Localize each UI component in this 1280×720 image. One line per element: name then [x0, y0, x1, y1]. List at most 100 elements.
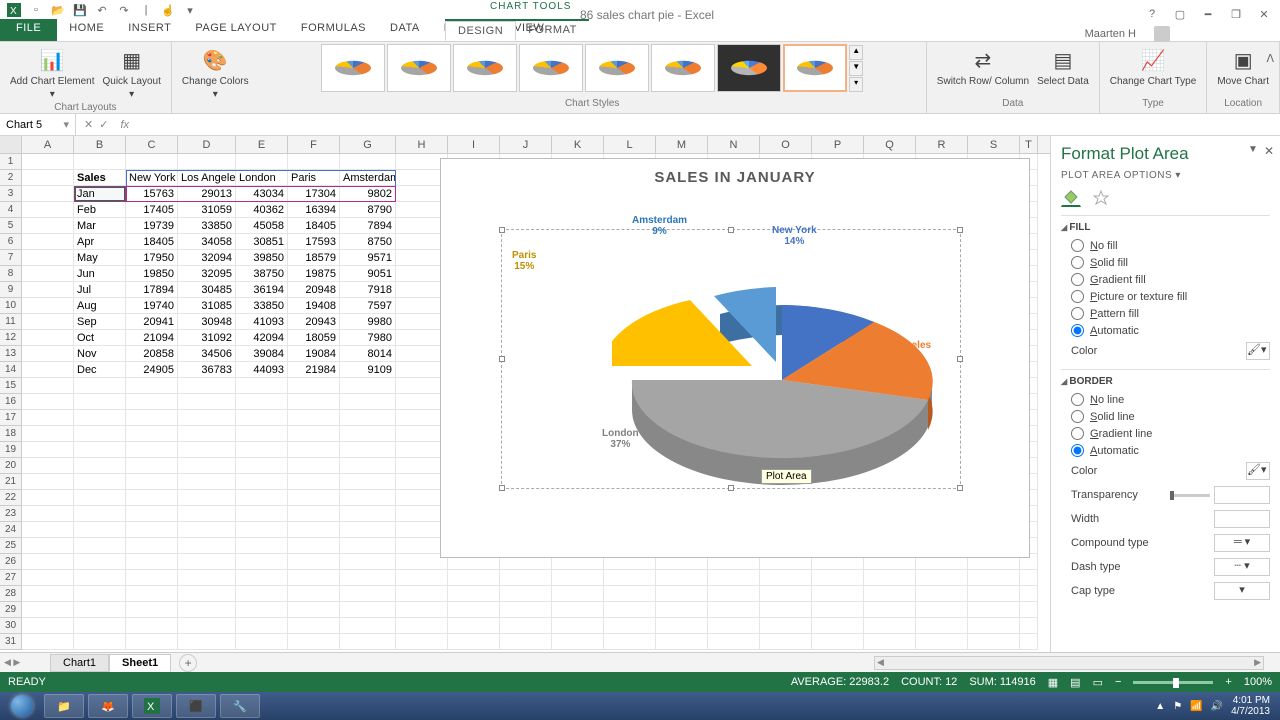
- chart-style-5[interactable]: [585, 44, 649, 92]
- enter-formula-icon[interactable]: ✓: [99, 118, 108, 131]
- fill-radio[interactable]: [1071, 256, 1084, 269]
- chart-style-3[interactable]: [453, 44, 517, 92]
- fill-option[interactable]: No fill: [1061, 237, 1270, 254]
- task-excel[interactable]: X: [132, 694, 172, 718]
- col-header[interactable]: O: [760, 136, 812, 153]
- col-header[interactable]: D: [178, 136, 236, 153]
- chart-title[interactable]: SALES IN JANUARY: [441, 169, 1029, 186]
- border-radio[interactable]: [1071, 393, 1084, 406]
- switch-row-col-button[interactable]: ⇄Switch Row/ Column: [933, 44, 1033, 89]
- open-icon[interactable]: 📂: [50, 2, 66, 18]
- border-color-picker[interactable]: 🖌▾: [1246, 462, 1270, 480]
- zoom-slider[interactable]: [1133, 681, 1213, 684]
- compound-picker[interactable]: ═ ▾: [1214, 534, 1270, 552]
- cancel-formula-icon[interactable]: ✕: [84, 118, 93, 131]
- pane-close-icon[interactable]: ✕: [1264, 144, 1274, 158]
- chart-style-1[interactable]: [321, 44, 385, 92]
- start-button[interactable]: [4, 692, 40, 720]
- col-header[interactable]: G: [340, 136, 396, 153]
- change-chart-type-button[interactable]: 📈Change Chart Type: [1106, 44, 1201, 89]
- select-all-corner[interactable]: [0, 136, 22, 153]
- row-header[interactable]: 2: [0, 170, 22, 186]
- fill-option[interactable]: Pattern fill: [1061, 305, 1270, 322]
- pie-3d[interactable]: [612, 270, 932, 470]
- gallery-more-icon[interactable]: ▾: [849, 77, 863, 92]
- gallery-up-icon[interactable]: ▲: [849, 45, 863, 60]
- row-header[interactable]: 1: [0, 154, 22, 170]
- view-normal-icon[interactable]: ▦: [1048, 676, 1058, 689]
- tab-data[interactable]: DATA: [378, 19, 432, 41]
- row-header[interactable]: 14: [0, 362, 22, 378]
- pane-dropdown-icon[interactable]: ▼: [1248, 144, 1258, 158]
- row-header[interactable]: 20: [0, 458, 22, 474]
- select-data-button[interactable]: ▤Select Data: [1033, 44, 1093, 89]
- tab-insert[interactable]: INSERT: [116, 19, 183, 41]
- zoom-level[interactable]: 100%: [1244, 676, 1272, 688]
- row-header[interactable]: 29: [0, 602, 22, 618]
- ribbon-display-icon[interactable]: ▢: [1170, 4, 1190, 24]
- formula-input[interactable]: [133, 114, 1280, 135]
- restore-icon[interactable]: ❐: [1226, 4, 1246, 24]
- row-header[interactable]: 9: [0, 282, 22, 298]
- tray-network-icon[interactable]: 📶: [1190, 701, 1202, 712]
- chart-style-7[interactable]: [717, 44, 781, 92]
- fill-radio[interactable]: [1071, 239, 1084, 252]
- redo-icon[interactable]: ↷: [116, 2, 132, 18]
- cap-picker[interactable]: ▾: [1214, 582, 1270, 600]
- tray-up-icon[interactable]: ▲: [1155, 701, 1165, 712]
- sheet-tab[interactable]: Chart1: [50, 654, 109, 672]
- add-sheet-button[interactable]: +: [179, 654, 197, 672]
- fill-option[interactable]: Gradient fill: [1061, 271, 1270, 288]
- row-header[interactable]: 21: [0, 474, 22, 490]
- col-header[interactable]: T: [1020, 136, 1038, 153]
- fill-radio[interactable]: [1071, 273, 1084, 286]
- tab-design[interactable]: DESIGN: [445, 21, 516, 41]
- tab-page-layout[interactable]: PAGE LAYOUT: [183, 19, 289, 41]
- fill-line-tab-icon[interactable]: [1061, 187, 1081, 207]
- row-header[interactable]: 30: [0, 618, 22, 634]
- chart-style-6[interactable]: [651, 44, 715, 92]
- quick-layout-button[interactable]: ▦Quick Layout▾: [99, 44, 165, 102]
- tray-flag-icon[interactable]: ⚑: [1173, 701, 1182, 712]
- row-header[interactable]: 11: [0, 314, 22, 330]
- chart-style-8[interactable]: [783, 44, 847, 92]
- tab-formulas[interactable]: FORMULAS: [289, 19, 378, 41]
- row-header[interactable]: 18: [0, 426, 22, 442]
- row-header[interactable]: 23: [0, 506, 22, 522]
- border-option[interactable]: Automatic: [1061, 442, 1270, 459]
- col-header[interactable]: S: [968, 136, 1020, 153]
- data-label-newyork[interactable]: New York14%: [772, 225, 817, 247]
- fill-radio[interactable]: [1071, 307, 1084, 320]
- col-header[interactable]: K: [552, 136, 604, 153]
- row-header[interactable]: 22: [0, 490, 22, 506]
- row-header[interactable]: 17: [0, 410, 22, 426]
- sheet-tab[interactable]: Sheet1: [109, 654, 171, 672]
- row-header[interactable]: 3: [0, 186, 22, 202]
- col-header[interactable]: C: [126, 136, 178, 153]
- chart-style-4[interactable]: [519, 44, 583, 92]
- name-box-dropdown-icon[interactable]: ▾: [63, 118, 69, 131]
- tray-volume-icon[interactable]: 🔊: [1211, 701, 1223, 712]
- border-option[interactable]: No line: [1061, 391, 1270, 408]
- minimize-icon[interactable]: ━: [1198, 4, 1218, 24]
- zoom-out-icon[interactable]: −: [1115, 676, 1121, 688]
- transparency-input[interactable]: [1214, 486, 1270, 504]
- row-header[interactable]: 26: [0, 554, 22, 570]
- qat-dropdown-icon[interactable]: ▾: [182, 2, 198, 18]
- col-header[interactable]: Q: [864, 136, 916, 153]
- data-label-paris[interactable]: Paris15%: [512, 250, 536, 272]
- row-header[interactable]: 7: [0, 250, 22, 266]
- col-header[interactable]: J: [500, 136, 552, 153]
- col-header[interactable]: A: [22, 136, 74, 153]
- row-header[interactable]: 4: [0, 202, 22, 218]
- data-label-amsterdam[interactable]: Amsterdam9%: [632, 215, 687, 237]
- tab-format[interactable]: FORMAT: [516, 21, 589, 41]
- fx-icon[interactable]: fx: [116, 119, 133, 131]
- fill-color-picker[interactable]: 🖌▾: [1246, 342, 1270, 360]
- new-icon[interactable]: ▫: [28, 2, 44, 18]
- view-layout-icon[interactable]: ▤: [1070, 676, 1080, 689]
- tab-home[interactable]: HOME: [57, 19, 116, 41]
- fill-option[interactable]: Automatic: [1061, 322, 1270, 339]
- task-app2[interactable]: 🔧: [220, 694, 260, 718]
- row-header[interactable]: 16: [0, 394, 22, 410]
